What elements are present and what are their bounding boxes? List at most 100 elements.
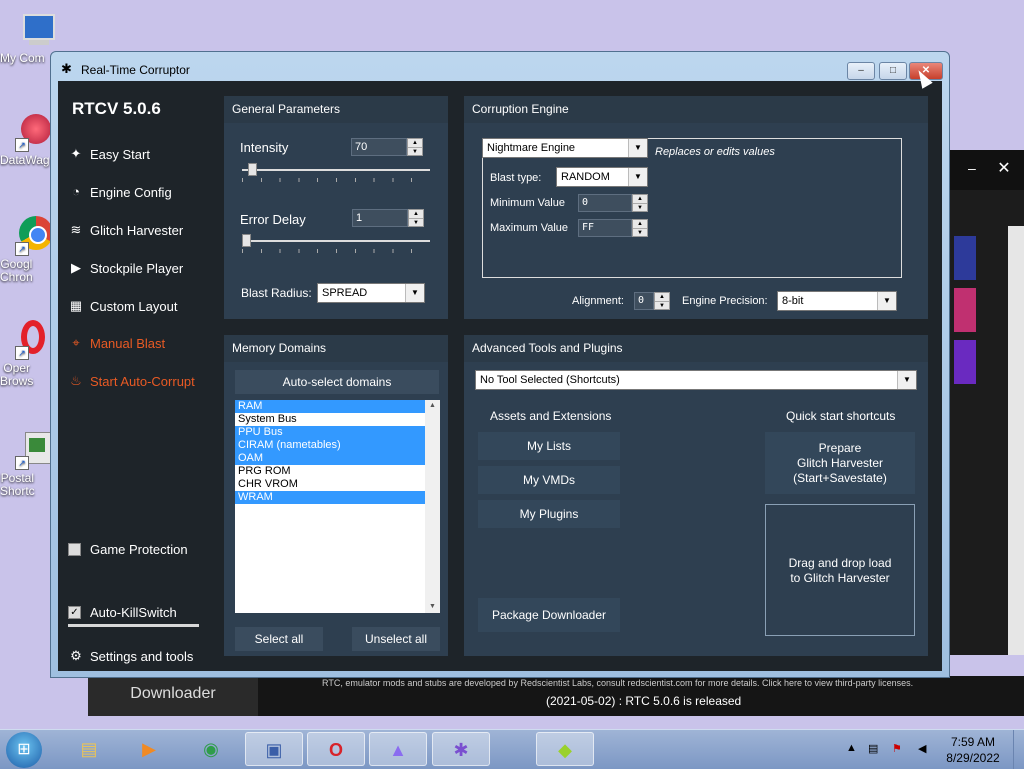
auto-killswitch-toggle[interactable]: ✓ Auto-KillSwitch <box>68 605 208 620</box>
downloader-button[interactable]: Downloader <box>88 676 258 716</box>
background-close-button[interactable]: ✕ <box>990 156 1018 182</box>
list-item[interactable]: RAM <box>235 400 440 413</box>
chrome-icon: ◉ <box>203 739 219 759</box>
engine-precision-select[interactable]: 8-bit ▼ <box>777 291 897 311</box>
intensity-ticks <box>242 178 430 182</box>
memory-domain-list[interactable]: RAM System Bus PPU Bus CIRAM (nametables… <box>235 400 440 613</box>
sidebar-item-stockpile-player[interactable]: ▶ Stockpile Player <box>68 257 208 279</box>
minimize-button[interactable]: – <box>847 62 875 80</box>
taskbar-network[interactable]: ▣ <box>245 732 303 766</box>
alignment-spinner[interactable]: ▲ ▼ <box>654 292 670 310</box>
game-protection-checkbox[interactable] <box>68 543 81 556</box>
chevron-down-icon: ▼ <box>628 139 647 157</box>
min-value-input[interactable]: 0 <box>578 194 632 212</box>
taskbar-rtc[interactable]: ✱ <box>432 732 490 766</box>
list-item[interactable]: CHR VROM <box>235 478 440 491</box>
max-value-input[interactable]: FF <box>578 219 632 237</box>
action-center-icon[interactable]: ⚑ <box>892 742 902 755</box>
alignment-input[interactable]: 0 <box>634 292 654 310</box>
game-protection-toggle[interactable]: Game Protection <box>68 542 208 557</box>
layers-icon: ≋ <box>70 222 82 237</box>
release-note: (2021-05-02) : RTC 5.0.6 is released <box>546 694 742 708</box>
auto-select-domains-button[interactable]: Auto-select domains <box>235 370 439 394</box>
sidebar-item-custom-layout[interactable]: ▦ Custom Layout <box>68 295 208 317</box>
taskbar-launcher[interactable]: ▲ <box>369 732 427 766</box>
start-button[interactable]: ⊞ <box>6 732 42 768</box>
taskbar-opera[interactable]: O <box>307 732 365 766</box>
taskbar-emulator[interactable]: ◆ <box>536 732 594 766</box>
background-tile-icon[interactable] <box>954 288 976 332</box>
tray-expand-icon[interactable]: ▲ <box>846 742 857 754</box>
network-tray-icon[interactable]: ▤ <box>868 742 878 755</box>
desktop-icon-my-computer[interactable]: My Com <box>0 10 70 65</box>
settings-and-tools-button[interactable]: ⚙ Settings and tools <box>68 645 208 667</box>
error-delay-slider-thumb[interactable] <box>242 234 251 247</box>
blast-type-select[interactable]: RANDOM ▼ <box>556 167 648 187</box>
list-item[interactable]: OAM <box>235 452 440 465</box>
glitch-harvester-drop-zone[interactable]: Drag and drop load to Glitch Harvester <box>765 504 915 636</box>
intensity-slider-track[interactable] <box>242 169 430 171</box>
play-icon: ▶ <box>71 260 81 275</box>
licenses-link[interactable]: RTC, emulator mods and stubs are develop… <box>322 678 913 688</box>
advanced-tools-body: No Tool Selected (Shortcuts) ▼ Assets an… <box>464 362 928 656</box>
window-client: RTCV 5.0.6 ✦ Easy Start ◔ Engine Config … <box>58 81 942 671</box>
sidebar-item-start-auto-corrupt[interactable]: ♨ Start Auto-Corrupt <box>68 370 208 392</box>
list-item[interactable]: CIRAM (nametables) <box>235 439 440 452</box>
error-delay-label: Error Delay <box>240 212 306 227</box>
system-clock[interactable]: 7:59 AM 8/29/2022 <box>936 734 1010 766</box>
panel-title: Memory Domains <box>232 341 327 355</box>
window-titlebar[interactable]: ✱ Real-Time Corruptor – □ ✕ <box>51 52 949 82</box>
list-item[interactable]: WRAM <box>235 491 440 504</box>
list-item[interactable]: System Bus <box>235 413 440 426</box>
maximize-button[interactable]: □ <box>879 62 907 80</box>
blast-radius-label: Blast Radius: <box>241 286 312 300</box>
sidebar-item-engine-config[interactable]: ◔ Engine Config <box>68 181 208 203</box>
auto-killswitch-label: Auto-KillSwitch <box>90 605 177 620</box>
my-vmds-button[interactable]: My VMDs <box>478 466 620 494</box>
error-delay-slider-track[interactable] <box>242 240 430 242</box>
error-delay-input[interactable]: 1 <box>352 209 408 227</box>
unselect-all-button[interactable]: Unselect all <box>352 627 440 651</box>
auto-killswitch-checkbox[interactable]: ✓ <box>68 606 81 619</box>
show-desktop-button[interactable] <box>1013 730 1024 769</box>
select-all-button[interactable]: Select all <box>235 627 323 651</box>
taskbar-media-player[interactable]: ▶ <box>120 732 178 766</box>
scroll-up-icon[interactable]: ▲ <box>425 400 440 412</box>
intensity-input[interactable]: 70 <box>351 138 407 156</box>
list-item[interactable]: PRG ROM <box>235 465 440 478</box>
package-downloader-button[interactable]: Package Downloader <box>478 598 620 632</box>
my-lists-button[interactable]: My Lists <box>478 432 620 460</box>
chevron-down-icon: ▼ <box>628 168 647 186</box>
error-delay-spinner[interactable]: ▲ ▼ <box>408 209 424 227</box>
intensity-slider-thumb[interactable] <box>248 163 257 176</box>
memory-domain-scrollbar[interactable]: ▲ ▼ <box>425 400 440 613</box>
background-minimize-button[interactable]: – <box>968 160 976 176</box>
scroll-down-icon[interactable]: ▼ <box>425 601 440 613</box>
prepare-glitch-harvester-button[interactable]: Prepare Glitch Harvester (Start+Savestat… <box>765 432 915 494</box>
engine-hint: Replaces or edits values <box>655 146 775 158</box>
desktop-icon-label: Postal Shortc <box>0 471 35 498</box>
list-item[interactable]: PPU Bus <box>235 426 440 439</box>
blast-type-label: Blast type: <box>490 172 542 184</box>
blast-type-value: RANDOM <box>561 171 610 183</box>
max-value-spinner[interactable]: ▲ ▼ <box>632 219 648 237</box>
intensity-spinner[interactable]: ▲ ▼ <box>407 138 423 156</box>
sidebar-item-label: Easy Start <box>90 146 150 162</box>
volume-icon[interactable]: ◀ <box>918 742 926 755</box>
sidebar-item-glitch-harvester[interactable]: ≋ Glitch Harvester <box>68 219 208 241</box>
general-parameters-panel: General Parameters Intensity 70 ▲ ▼ Error… <box>224 96 448 319</box>
settings-label: Settings and tools <box>90 648 194 664</box>
background-scrollbar[interactable] <box>1008 226 1024 655</box>
background-tile-icon[interactable] <box>954 340 976 384</box>
sidebar-item-manual-blast[interactable]: ⌖ Manual Blast <box>68 332 208 354</box>
tool-select-value: No Tool Selected (Shortcuts) <box>480 374 620 386</box>
blast-radius-select[interactable]: SPREAD ▼ <box>317 283 425 303</box>
engine-select[interactable]: Nightmare Engine ▼ <box>482 138 648 158</box>
background-tile-icon[interactable] <box>954 236 976 280</box>
taskbar-explorer[interactable]: ▤ <box>60 732 118 766</box>
min-value-spinner[interactable]: ▲ ▼ <box>632 194 648 212</box>
sidebar-item-easy-start[interactable]: ✦ Easy Start <box>68 143 208 165</box>
taskbar-chrome[interactable]: ◉ <box>182 732 240 766</box>
my-plugins-button[interactable]: My Plugins <box>478 500 620 528</box>
tool-select[interactable]: No Tool Selected (Shortcuts) ▼ <box>475 370 917 390</box>
